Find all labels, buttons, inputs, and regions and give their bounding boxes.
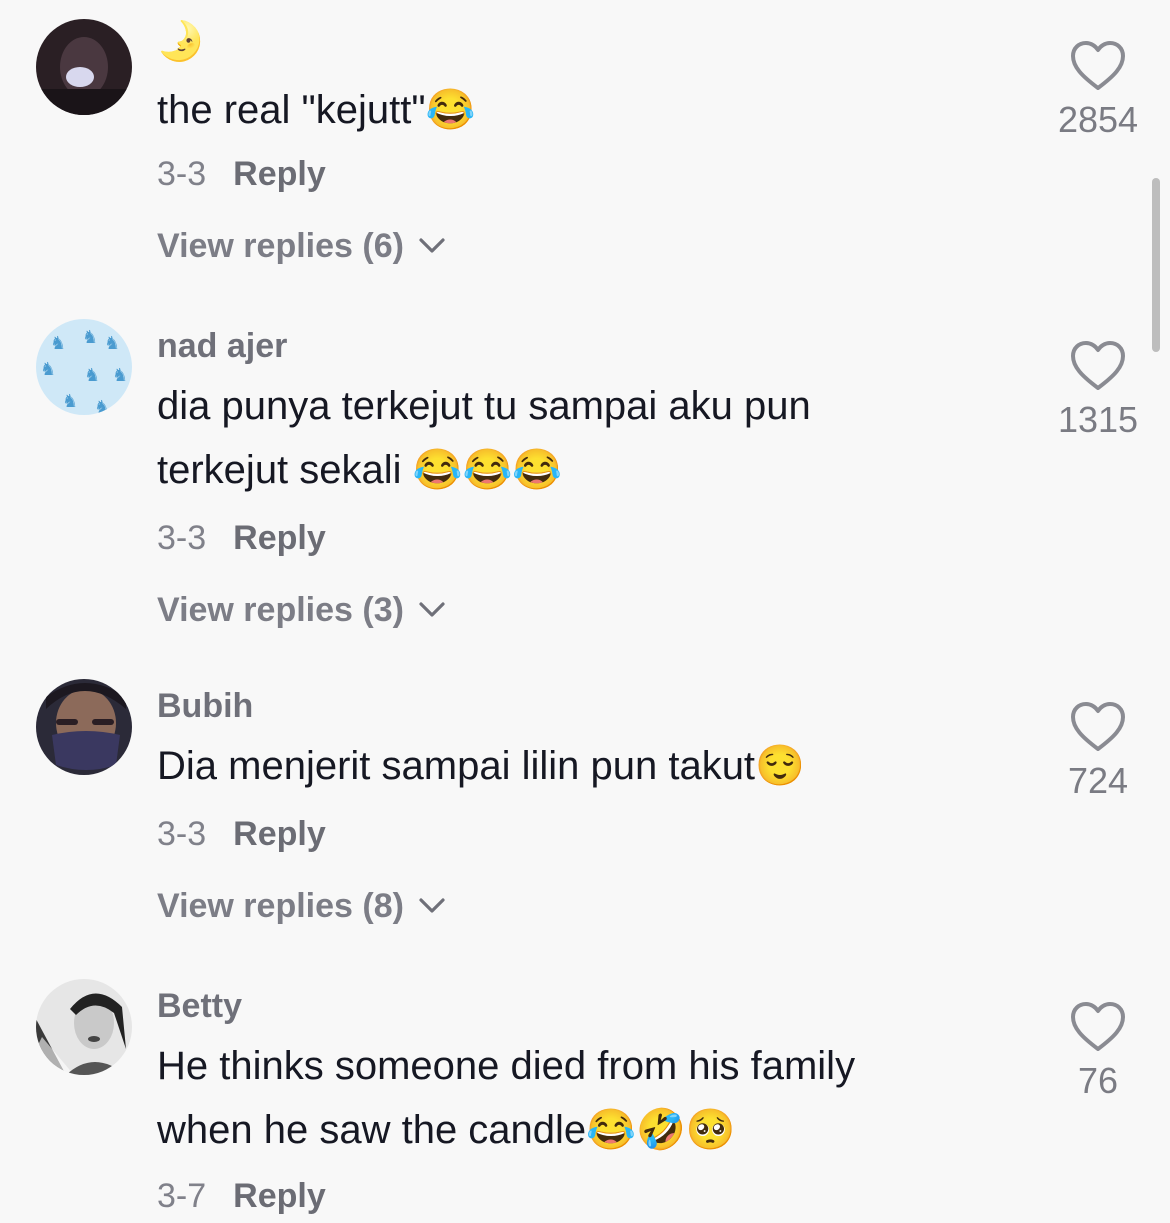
chevron-down-icon: [419, 602, 445, 617]
view-replies-label: View replies (3): [157, 591, 404, 629]
comment-date: 3-3: [157, 519, 207, 557]
comment-username[interactable]: 🌛: [157, 22, 977, 62]
view-replies-label: View replies (6): [157, 227, 404, 265]
comment-text: Dia menjerit sampai lilin pun takut😌: [157, 744, 805, 788]
reply-button[interactable]: Reply: [233, 518, 326, 558]
view-replies-button[interactable]: View replies (6): [157, 226, 977, 266]
svg-text:♞: ♞: [94, 397, 110, 415]
scrollbar[interactable]: [1152, 178, 1160, 352]
like-button[interactable]: 724: [1040, 701, 1156, 801]
heart-outline-icon: [1071, 702, 1125, 751]
comment-username[interactable]: Bubih: [157, 686, 977, 726]
avatar[interactable]: [36, 679, 132, 775]
like-button[interactable]: 2854: [1040, 40, 1156, 140]
like-button[interactable]: 76: [1040, 1001, 1156, 1101]
svg-text:♞: ♞: [50, 333, 66, 353]
svg-text:♞: ♞: [40, 359, 56, 379]
comment-username[interactable]: Betty: [157, 986, 977, 1026]
svg-text:♞: ♞: [84, 365, 100, 385]
reply-button[interactable]: Reply: [233, 814, 326, 854]
comment-text: the real "kejutt"😂: [157, 88, 476, 132]
svg-text:♞: ♞: [104, 333, 120, 353]
chevron-down-icon: [419, 238, 445, 253]
reply-button[interactable]: Reply: [233, 154, 326, 194]
comments-panel: 🌛 the real "kejutt"😂 3-3 Reply View repl…: [0, 0, 1170, 1223]
comment-date: 3-3: [157, 155, 207, 193]
comment-text: He thinks someone died from his family w…: [157, 1044, 856, 1152]
comment-text: dia punya terkejut tu sampai aku pun ter…: [157, 384, 811, 492]
comment-username[interactable]: nad ajer: [157, 326, 977, 366]
svg-text:♞: ♞: [62, 391, 78, 411]
like-count: 76: [1077, 1060, 1119, 1101]
heart-outline-icon: [1071, 1002, 1125, 1051]
comment-date: 3-3: [157, 815, 207, 853]
avatar[interactable]: [36, 979, 132, 1075]
like-count: 2854: [1057, 99, 1139, 140]
view-replies-button[interactable]: View replies (3): [157, 590, 977, 630]
heart-outline-icon: [1071, 341, 1125, 390]
svg-text:♞: ♞: [82, 327, 98, 347]
view-replies-button[interactable]: View replies (8): [157, 886, 977, 926]
like-count: 724: [1067, 760, 1129, 801]
avatar[interactable]: ♞ ♞ ♞ ♞ ♞ ♞ ♞ ♞: [36, 319, 132, 415]
reply-button[interactable]: Reply: [233, 1176, 326, 1216]
like-button[interactable]: 1315: [1040, 340, 1156, 440]
svg-text:♞: ♞: [112, 365, 128, 385]
view-replies-label: View replies (8): [157, 887, 404, 925]
avatar[interactable]: [36, 19, 132, 115]
heart-outline-icon: [1071, 41, 1125, 90]
chevron-down-icon: [419, 898, 445, 913]
comment-date: 3-7: [157, 1177, 207, 1215]
like-count: 1315: [1057, 399, 1139, 440]
